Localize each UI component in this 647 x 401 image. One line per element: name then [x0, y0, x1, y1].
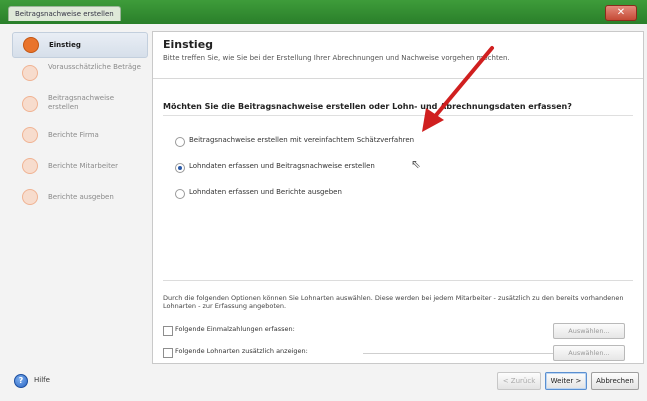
- sidebar-item-label: Vorausschätzliche Beträge: [48, 63, 141, 71]
- question-heading: Möchten Sie die Beitragsnachweise erstel…: [163, 102, 633, 116]
- back-button[interactable]: < Zurück: [497, 372, 541, 390]
- help-icon[interactable]: ?: [14, 374, 28, 388]
- option-lohnarten[interactable]: Folgende Lohnarten zusätzlich anzeigen: …: [163, 345, 633, 361]
- step-circle-icon: [22, 65, 38, 81]
- step-circle-icon: [22, 189, 38, 205]
- sidebar-item-beitragsnachweise-erstellen[interactable]: Beitragsnachweise erstellen: [12, 92, 148, 120]
- cancel-button[interactable]: Abbrechen: [591, 372, 639, 390]
- sidebar-item-vorausschaetzliche-betraege[interactable]: Vorausschätzliche Beträge: [12, 61, 148, 89]
- radio-button[interactable]: [175, 189, 185, 199]
- sidebar-item-label: Berichte Mitarbeiter: [48, 162, 119, 170]
- sidebar-item-label: Berichte Firma: [48, 131, 99, 139]
- wizard-content-panel: Einstieg Bitte treffen Sie, wie Sie bei …: [152, 31, 644, 364]
- divider: [163, 280, 633, 281]
- close-button[interactable]: ✕: [605, 5, 637, 21]
- option-einmalzahlungen[interactable]: Folgende Einmalzahlungen erfassen: Auswä…: [163, 323, 633, 339]
- next-button[interactable]: Weiter >: [545, 372, 587, 390]
- checkbox[interactable]: [163, 326, 173, 336]
- radio-label: Lohndaten erfassen und Beitragsnachweise…: [189, 162, 375, 170]
- radio-label: Lohndaten erfassen und Berichte ausgeben: [189, 188, 342, 196]
- page-title: Einstieg: [163, 38, 214, 51]
- lohnarten-field: [363, 353, 563, 354]
- step-circle-icon: [23, 37, 39, 53]
- window-titlebar: Beitragsnachweise erstellen ✕: [0, 0, 647, 25]
- sidebar-item-einstieg[interactable]: Einstieg: [12, 32, 148, 58]
- sidebar-item-label: Einstieg: [49, 41, 81, 49]
- checkbox-label: Folgende Lohnarten zusätzlich anzeigen:: [175, 347, 308, 355]
- sidebar-item-label: Berichte ausgeben: [48, 193, 114, 201]
- select-lohnarten-button[interactable]: Auswählen...: [553, 345, 625, 361]
- checkbox-label: Folgende Einmalzahlungen erfassen:: [175, 325, 295, 333]
- mouse-cursor-icon: ⇖: [411, 157, 422, 171]
- select-einmalzahlungen-button[interactable]: Auswählen...: [553, 323, 625, 339]
- window-title: Beitragsnachweise erstellen: [8, 6, 121, 21]
- radio-label: Beitragsnachweise erstellen mit vereinfa…: [189, 136, 415, 144]
- radio-button[interactable]: [175, 163, 185, 173]
- options-description: Durch die folgenden Optionen können Sie …: [163, 294, 624, 310]
- wizard-steps-sidebar: Einstieg Vorausschätzliche Beträge Beitr…: [12, 32, 148, 362]
- page-header: Einstieg Bitte treffen Sie, wie Sie bei …: [153, 32, 643, 79]
- step-circle-icon: [22, 96, 38, 112]
- radio-button[interactable]: [175, 137, 185, 147]
- step-circle-icon: [22, 158, 38, 174]
- annotation-arrow-icon: [422, 46, 494, 132]
- checkbox[interactable]: [163, 348, 173, 358]
- sidebar-item-berichte-ausgeben[interactable]: Berichte ausgeben: [12, 185, 148, 213]
- sidebar-item-berichte-firma[interactable]: Berichte Firma: [12, 123, 148, 151]
- wizard-footer: ? Hilfe < Zurück Weiter > Abbrechen: [0, 366, 647, 401]
- sidebar-item-label: Beitragsnachweise erstellen: [48, 94, 114, 111]
- sidebar-item-berichte-mitarbeiter[interactable]: Berichte Mitarbeiter: [12, 154, 148, 182]
- step-circle-icon: [22, 127, 38, 143]
- help-label[interactable]: Hilfe: [34, 376, 50, 384]
- wizard-frame: Einstieg Vorausschätzliche Beträge Beitr…: [0, 24, 647, 401]
